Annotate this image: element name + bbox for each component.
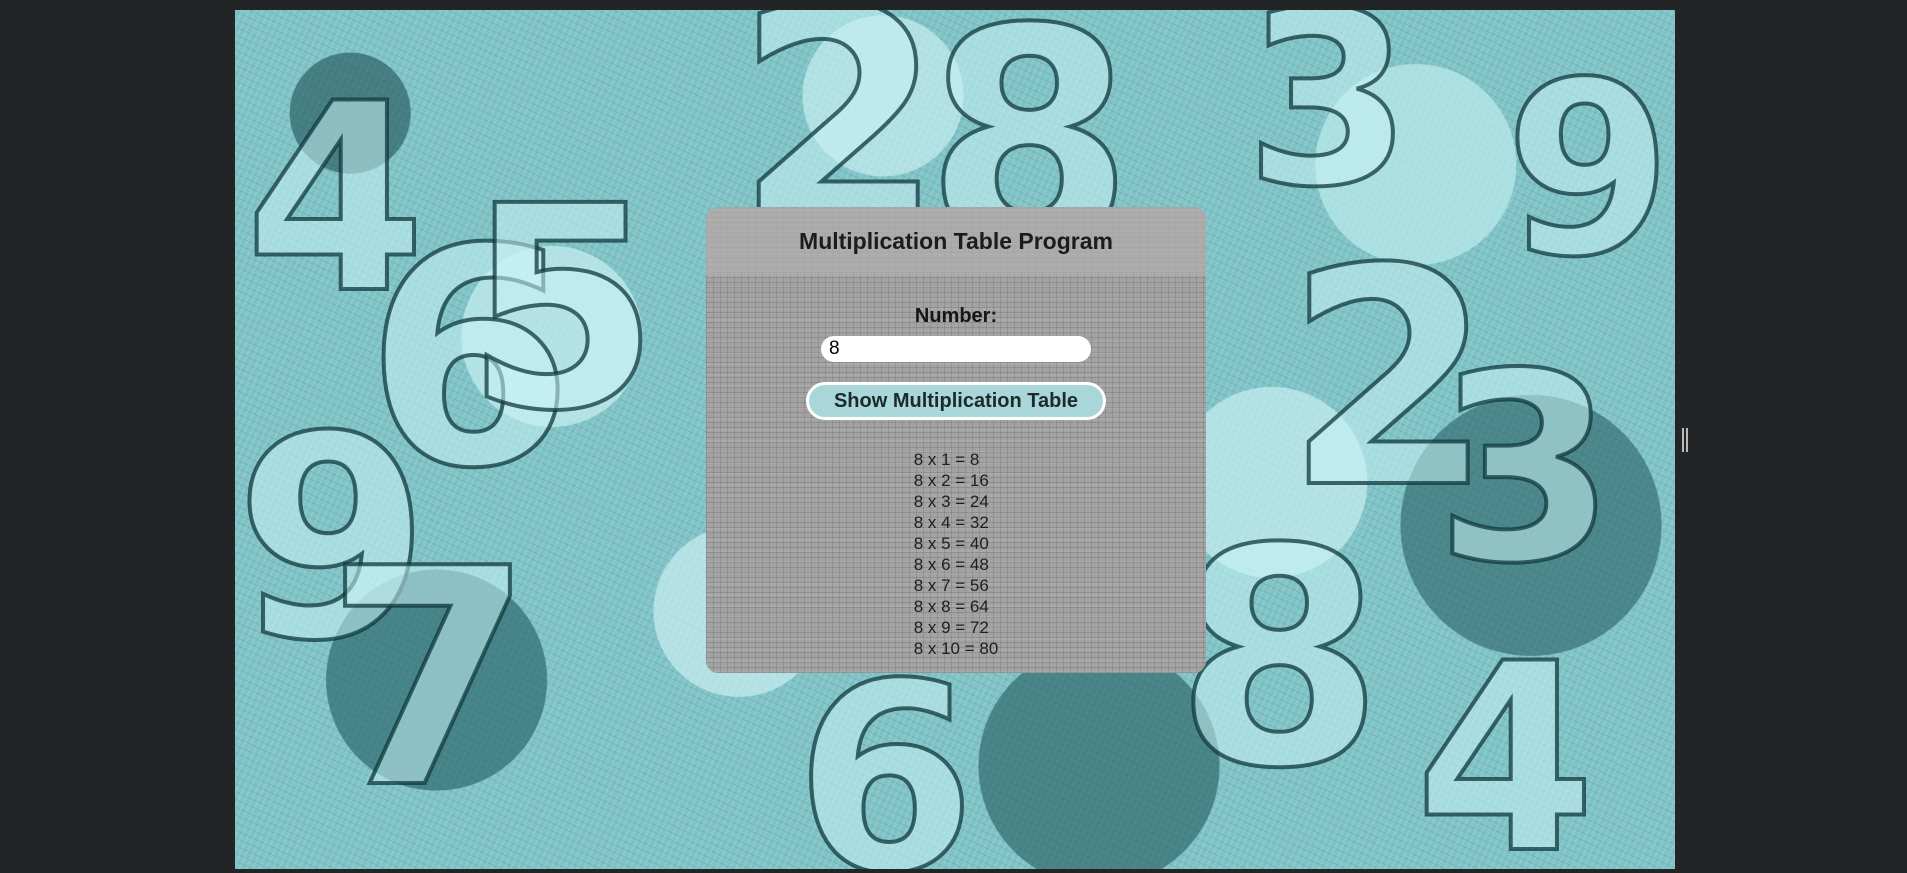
page-title: Multiplication Table Program (799, 227, 1113, 254)
background-digit-decoration: 7 (323, 505, 536, 854)
background-digit-decoration: 4 (1413, 609, 1598, 869)
result-line: 8 x 3 = 24 (913, 492, 989, 511)
background-digit-decoration: 9 (1503, 30, 1674, 310)
show-table-button[interactable]: Show Multiplication Table (806, 382, 1106, 420)
multiplication-panel: Multiplication Table Program Number: Sho… (706, 207, 1206, 673)
background-digit-decoration: 3 (1433, 319, 1618, 621)
result-line: 8 x 4 = 32 (913, 513, 989, 532)
number-input[interactable] (821, 336, 1091, 362)
results-list: 8 x 1 = 8 8 x 2 = 16 8 x 3 = 24 8 x 4 = … (914, 449, 999, 659)
resize-handle-icon[interactable] (1682, 428, 1688, 452)
result-line: 8 x 6 = 48 (913, 555, 989, 574)
result-line: 8 x 8 = 64 (913, 597, 989, 616)
result-line: 8 x 1 = 8 (913, 450, 980, 469)
background-digit-decoration: 5 (463, 147, 662, 473)
number-label: Number: (914, 305, 998, 327)
result-line: 8 x 10 = 80 (913, 639, 999, 658)
background-digit-decoration: 6 (793, 629, 978, 869)
result-line: 8 x 9 = 72 (913, 618, 989, 637)
result-line: 8 x 2 = 16 (913, 471, 989, 490)
result-line: 8 x 7 = 56 (913, 576, 989, 595)
panel-header: Multiplication Table Program (706, 207, 1206, 275)
background-digit-decoration: 3 (1243, 10, 1414, 240)
page-viewport: 4 6 5 9 7 2 8 3 2 3 8 6 4 9 Multiplicati… (235, 10, 1675, 869)
result-line: 8 x 5 = 40 (913, 534, 989, 553)
background-digit-decoration: 8 (1173, 485, 1386, 834)
